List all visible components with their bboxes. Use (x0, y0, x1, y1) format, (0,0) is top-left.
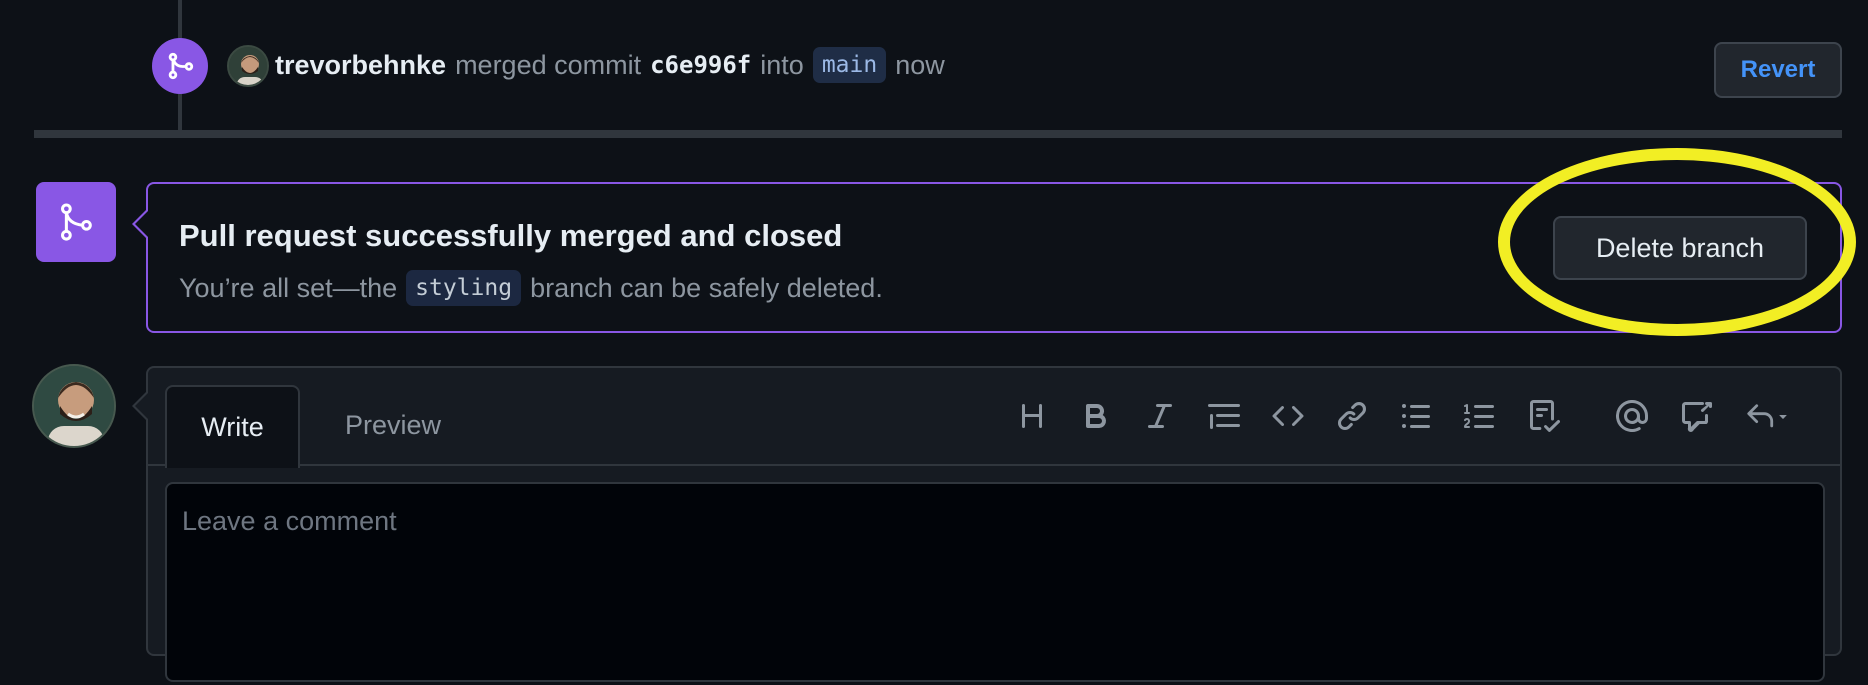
bold-icon[interactable] (1076, 396, 1116, 436)
git-merge-icon (61, 203, 92, 241)
unordered-list-icon[interactable] (1396, 396, 1436, 436)
composer-caret-inner (135, 392, 149, 420)
code-icon[interactable] (1268, 396, 1308, 436)
merged-notice-caret-inner (135, 210, 149, 238)
timeline-divider (34, 130, 1842, 138)
git-merge-icon (168, 52, 194, 80)
author-avatar[interactable] (227, 45, 269, 87)
into-text: into (760, 49, 804, 80)
target-branch-label[interactable]: main (812, 47, 887, 83)
mention-icon[interactable] (1612, 396, 1652, 436)
cross-reference-icon[interactable] (1676, 396, 1716, 436)
composer-header: Write Preview (148, 368, 1840, 468)
saved-reply-icon[interactable] (1740, 396, 1796, 436)
current-user-avatar[interactable] (32, 364, 116, 448)
delete-branch-button[interactable]: Delete branch (1553, 216, 1807, 280)
comment-input[interactable] (167, 484, 1823, 680)
merged-notice-title: Pull request successfully merged and clo… (179, 218, 843, 253)
chevron-down-icon (1779, 415, 1787, 419)
merged-status-icon-box (36, 182, 116, 262)
tab-preview[interactable]: Preview (318, 385, 468, 466)
author-link[interactable]: trevorbehnke (275, 50, 446, 81)
subtitle-suffix: branch can be safely deleted. (530, 272, 883, 303)
merge-event: trevorbehnke merged commit c6e996f into … (0, 0, 1868, 130)
ordered-list-icon[interactable] (1460, 396, 1500, 436)
heading-icon[interactable] (1012, 396, 1052, 436)
merge-action-text: merged commit (455, 49, 642, 80)
comment-textarea-wrapper (165, 482, 1825, 682)
source-branch-label[interactable]: styling (406, 270, 522, 306)
comment-composer: Write Preview (132, 366, 1842, 682)
revert-button[interactable]: Revert (1714, 42, 1842, 98)
merge-event-text: trevorbehnke merged commit c6e996f into … (275, 44, 945, 86)
commit-sha-link[interactable]: c6e996f (650, 51, 751, 79)
merged-notice-subtitle: You’re all set—the styling branch can be… (179, 270, 883, 306)
event-timestamp[interactable]: now (895, 50, 945, 81)
subtitle-prefix: You’re all set—the (179, 272, 398, 303)
link-icon[interactable] (1332, 396, 1372, 436)
tab-write[interactable]: Write (165, 385, 300, 468)
quote-icon[interactable] (1204, 396, 1244, 436)
task-list-icon[interactable] (1524, 396, 1564, 436)
italic-icon[interactable] (1140, 396, 1180, 436)
merge-event-badge (152, 38, 208, 94)
